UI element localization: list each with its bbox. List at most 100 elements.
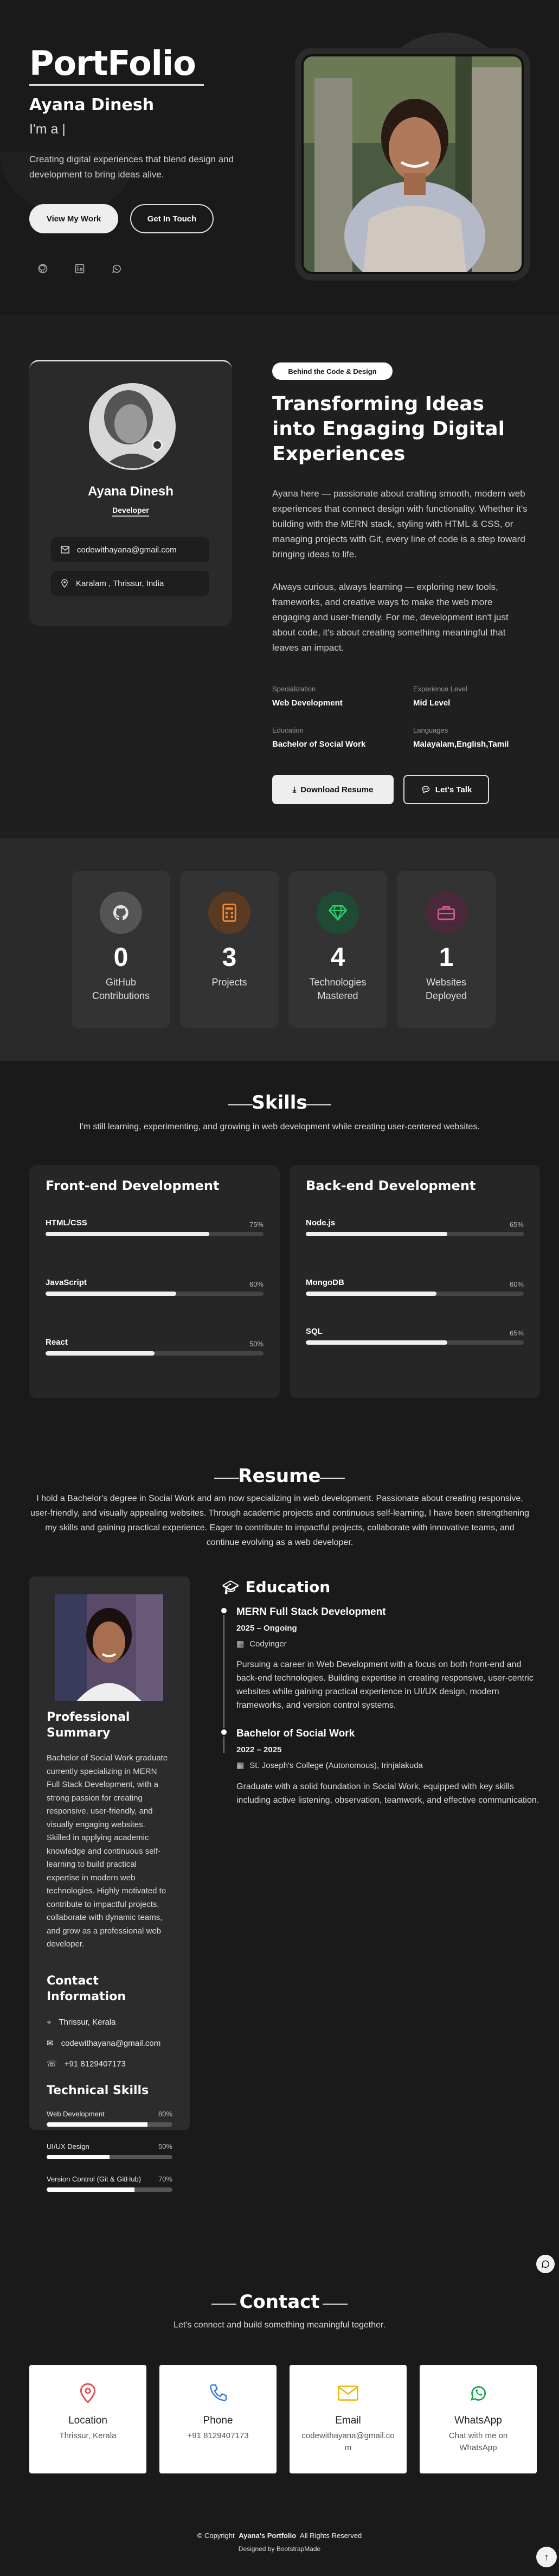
about-paragraph-2: Always curious, always learning — explor… <box>272 582 509 653</box>
education-heading: 🎓︎ Education <box>222 1578 331 1596</box>
education-item-years: 2022 – 2025 <box>236 1745 282 1754</box>
heading-line-right <box>320 1478 345 1479</box>
footer-brand[interactable]: Ayana's Portfolio <box>239 2532 296 2540</box>
resume-photo <box>55 1594 163 1701</box>
github-icon[interactable] <box>35 260 51 277</box>
github-icon <box>100 892 142 934</box>
hero-description: Creating digital experiences that blend … <box>29 154 234 180</box>
contact-heading: Contact <box>239 2291 320 2313</box>
skill-bar: HTML/CSS 75% <box>46 1218 264 1236</box>
education-item-org: ▦ Codyinger <box>236 1639 287 1649</box>
phone-icon <box>206 2381 230 2405</box>
contact-card-title: WhatsApp <box>454 2415 502 2426</box>
skills-subtitle: I'm still learning, experimenting, and g… <box>79 1122 480 1131</box>
building-icon: ▦ <box>236 1761 245 1770</box>
contact-subtitle: Let's connect and build something meanin… <box>174 2320 385 2330</box>
education-item-desc: Pursuing a career in Web Development wit… <box>236 1660 534 1710</box>
contact-card-phone[interactable]: Phone +91 8129407173 <box>159 2365 277 2473</box>
technical-skills-title: Technical Skills <box>47 2084 149 2097</box>
stat-card-websites: 1 Websites Deployed <box>397 871 496 1028</box>
skill-bar: SQL 65% <box>306 1327 524 1345</box>
arrow-up-icon: ↑ <box>544 2551 549 2562</box>
hero-profile-photo <box>301 54 524 274</box>
contact-card-value: Thrissur, Kerala <box>59 2431 117 2440</box>
contact-card-whatsapp[interactable]: WhatsApp Chat with me on WhatsApp <box>420 2365 537 2473</box>
tech-skill-bar: Web Development 80% <box>47 2110 172 2127</box>
stat-label: Technologies Mastered <box>309 977 367 1001</box>
tech-skill-bar: Version Control (Git & GitHub) 70% <box>47 2175 172 2192</box>
mail-icon <box>61 546 69 554</box>
profile-location-text: Karalam , Thrissur, India <box>76 578 164 588</box>
education-item-years: 2025 – Ongoing <box>236 1624 297 1633</box>
phone-icon: ☏ <box>47 2059 57 2069</box>
skill-bar: JavaScript 60% <box>46 1278 264 1296</box>
footer-credit[interactable]: Designed by BootstrapMade <box>0 2545 559 2553</box>
stat-label: Projects <box>211 977 247 988</box>
about-badge: Behind the Code & Design <box>272 362 393 380</box>
contact-card-title: Email <box>335 2415 361 2426</box>
resume-heading: Resume <box>238 1465 321 1487</box>
heading-line-left <box>211 2304 236 2305</box>
frontend-title: Front-end Development <box>46 1178 220 1193</box>
heading-line-left <box>228 1104 253 1105</box>
backend-title: Back-end Development <box>306 1178 476 1193</box>
projects-icon <box>208 892 250 934</box>
chat-float-button[interactable] <box>536 2255 555 2273</box>
stat-label: GitHub Contributions <box>92 977 150 1001</box>
location-icon <box>76 2381 100 2405</box>
view-work-button[interactable]: View My Work <box>29 204 118 233</box>
summary-title: Professional Summary <box>47 1710 130 1740</box>
profile-email[interactable]: codewithayana@gmail.com <box>51 537 209 562</box>
skill-bar: React 50% <box>46 1338 264 1356</box>
online-status-dot <box>152 440 163 450</box>
download-icon: ⤓ <box>292 785 297 794</box>
download-resume-button[interactable]: ⤓ Download Resume <box>272 775 394 804</box>
site-logo[interactable]: PortFolio <box>29 43 204 86</box>
whatsapp-icon[interactable] <box>108 260 125 277</box>
stat-card-github: 0 GitHub Contributions <box>72 871 170 1028</box>
mail-icon <box>336 2381 360 2405</box>
building-icon: ▦ <box>236 1639 245 1649</box>
contact-card-value: Chat with me on WhatsApp <box>448 2431 508 2452</box>
lets-talk-button[interactable]: 💬︎ Let's Talk <box>403 775 489 804</box>
hero-typing-text: I'm a | <box>29 122 66 137</box>
chat-icon: 💬︎ <box>420 785 431 794</box>
contact-card-email[interactable]: Email codewithayana@gmail.com <box>290 2365 407 2473</box>
linkedin-icon[interactable] <box>72 260 88 277</box>
contact-card-title: Location <box>68 2415 107 2426</box>
location-icon <box>61 579 68 588</box>
mail-icon: ✉ <box>47 2039 54 2048</box>
contact-card-title: Phone <box>203 2415 233 2426</box>
skill-bar: MongoDB 60% <box>306 1278 524 1296</box>
get-in-touch-button[interactable]: Get In Touch <box>130 204 214 233</box>
profile-name: Ayana Dinesh <box>88 484 174 499</box>
resume-contact-email[interactable]: ✉ codewithayana@gmail.com <box>47 2038 160 2049</box>
avatar <box>89 383 176 470</box>
stat-card-projects: 3 Projects <box>180 871 279 1028</box>
fact-specialization: Specialization Web Development <box>272 685 343 708</box>
footer-copyright: © Copyright Ayana's Portfolio All Rights… <box>197 2532 362 2540</box>
stat-number: 1 <box>439 943 454 972</box>
stat-number: 0 <box>113 943 128 972</box>
location-icon: ⌖ <box>47 2018 52 2027</box>
resume-contact-phone[interactable]: ☏ +91 8129407173 <box>47 2059 126 2069</box>
profile-email-text: codewithayana@gmail.com <box>77 545 177 555</box>
about-title: Transforming Ideas into Engaging Digital… <box>272 393 505 465</box>
summary-text: Bachelor of Social Work graduate current… <box>47 1753 168 1949</box>
tech-skill-bar: UI/UX Design 50% <box>47 2142 172 2159</box>
fact-languages: Languages Malayalam,English,Tamil <box>413 726 509 749</box>
skill-bar: Node.js 65% <box>306 1218 524 1236</box>
hero-name: Ayana Dinesh <box>29 96 155 115</box>
fact-education: Education Bachelor of Social Work <box>272 726 366 749</box>
backend-skills-card: Back-end Development Node.js 65% MongoDB 6… <box>290 1165 540 1398</box>
heading-line-right <box>323 2304 348 2305</box>
chat-icon <box>541 2260 550 2268</box>
timeline-dot <box>220 1728 228 1737</box>
education-item-title: MERN Full Stack Development <box>236 1606 386 1618</box>
download-resume-label: Download Resume <box>300 785 374 794</box>
contact-card-value: +91 8129407173 <box>187 2431 249 2440</box>
contact-card-value: codewithayana@gmail.com <box>301 2431 395 2452</box>
timeline-dot <box>220 1606 228 1615</box>
scroll-top-button[interactable]: ↑ <box>536 2547 557 2567</box>
education-item-org: ▦ St. Joseph's College (Autonomous), Irin… <box>236 1760 423 1771</box>
